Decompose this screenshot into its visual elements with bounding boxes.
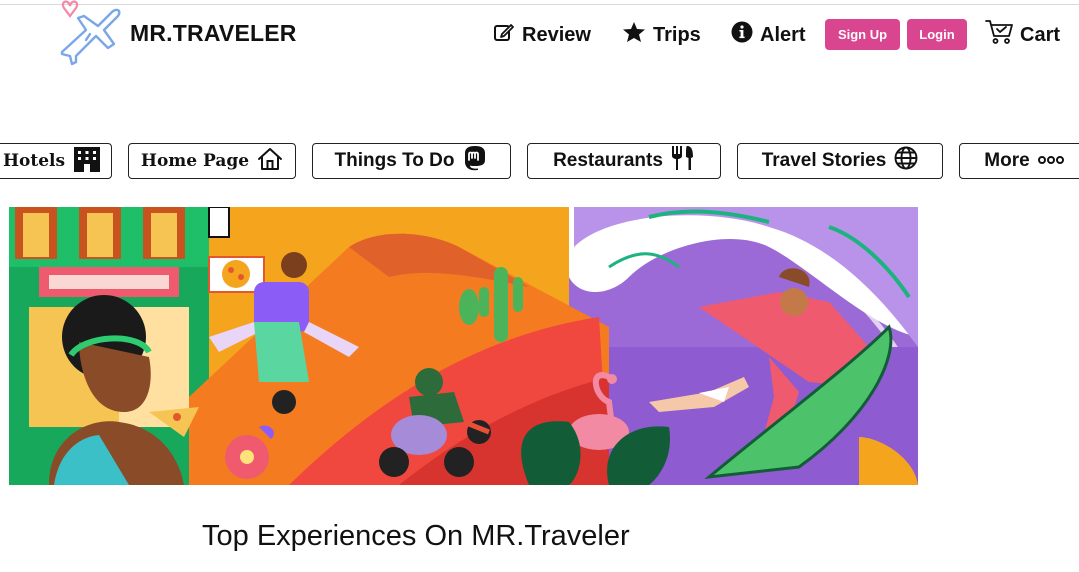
category-more[interactable]: More [959,143,1079,179]
logo-icon[interactable] [56,0,128,66]
login-button[interactable]: Login [907,19,967,50]
nav-cart-label: Cart [1020,23,1061,46]
star-icon [622,21,646,49]
mastodon-icon [462,145,488,177]
top-divider [0,4,1079,5]
page: MR.TRAVELER Review Trips Alert Sign Up L… [0,0,1079,572]
nav-cart[interactable]: Cart [985,20,1060,50]
category-travel-stories[interactable]: Travel Stories [737,143,943,179]
category-things-label: Things To Do [334,150,455,171]
globe-icon [894,146,918,176]
section-title: Top Experiences On MR.Traveler [202,520,630,552]
signup-button[interactable]: Sign Up [825,19,900,50]
nav-review[interactable]: Review [493,20,591,50]
nav-alert-label: Alert [760,23,806,46]
category-home-page[interactable]: Home Page [128,143,296,179]
hero-illustration [9,207,918,485]
category-restaurants[interactable]: Restaurants [527,143,721,179]
cart-icon [985,19,1013,51]
nav-review-label: Review [522,23,591,46]
category-things-to-do[interactable]: Things To Do [312,143,511,179]
dots-icon [1037,150,1064,172]
category-more-label: More [984,150,1030,171]
category-hotels-label: Hotels [2,151,66,171]
category-home-label: Home Page [140,151,250,171]
building-icon [73,146,101,177]
category-stories-label: Travel Stories [761,150,887,171]
edit-icon [493,21,515,49]
info-icon [731,21,753,49]
nav-alert[interactable]: Alert [731,20,806,50]
home-icon [257,147,283,176]
nav-trips-label: Trips [653,23,701,46]
utensils-icon [671,145,695,177]
category-restaurants-label: Restaurants [553,150,663,171]
category-hotels[interactable]: Hotels [0,143,112,179]
brand-name[interactable]: MR.TRAVELER [130,20,297,47]
nav-trips[interactable]: Trips [622,20,701,50]
